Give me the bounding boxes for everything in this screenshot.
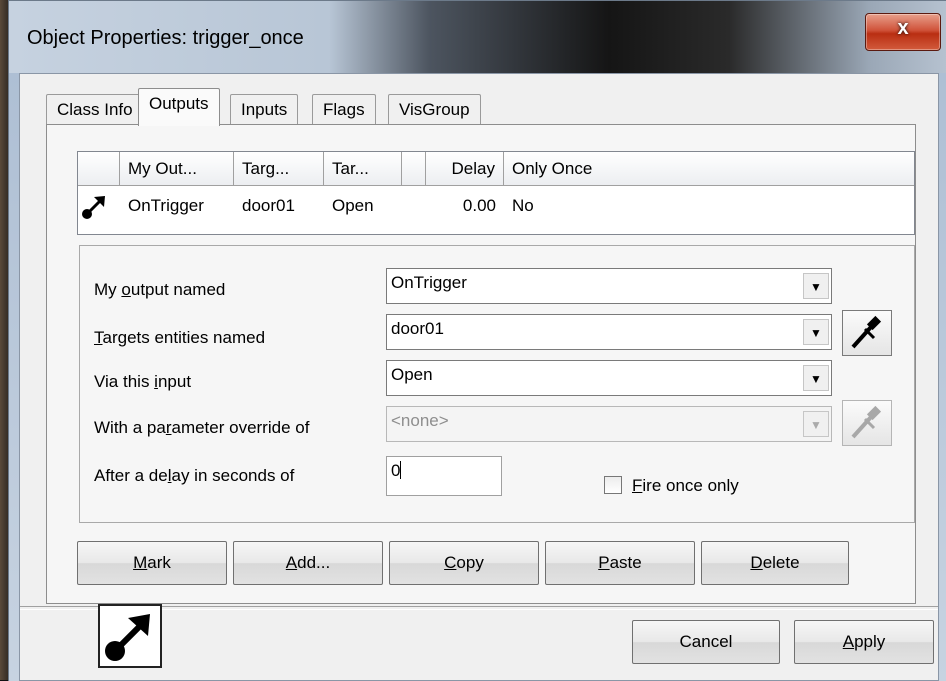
- cell-my-output: OnTrigger: [128, 196, 204, 215]
- targets-combo[interactable]: door01 ▼: [386, 314, 832, 350]
- title-bar[interactable]: Object Properties: trigger_once x: [9, 1, 946, 73]
- delay-input[interactable]: 0: [386, 456, 502, 496]
- outputs-list-header: My Out... Targ... Tar... Delay Only Once: [78, 152, 914, 186]
- column-header-parameter[interactable]: [402, 152, 426, 186]
- tab-label: Outputs: [149, 94, 209, 113]
- tab-inputs[interactable]: Inputs: [230, 94, 299, 124]
- outputs-list[interactable]: My Out... Targ... Tar... Delay Only Once: [77, 151, 915, 235]
- paste-button[interactable]: Paste: [545, 541, 695, 585]
- my-output-label: My output named: [94, 280, 226, 299]
- tab-flags[interactable]: Flags: [312, 94, 376, 124]
- window-title: Object Properties: trigger_once: [27, 27, 304, 49]
- cell-target: door01: [242, 196, 295, 215]
- apply-button[interactable]: Apply: [794, 620, 934, 664]
- cancel-button[interactable]: Cancel: [632, 620, 780, 664]
- column-header-label: Tar...: [332, 159, 369, 178]
- mark-button[interactable]: Mark: [77, 541, 227, 585]
- cell-only-once: No: [512, 196, 534, 215]
- delete-button[interactable]: Delete: [701, 541, 849, 585]
- chevron-down-icon: ▼: [803, 411, 829, 437]
- eyedropper-icon: [851, 405, 882, 439]
- tab-outputs[interactable]: Outputs: [138, 88, 220, 126]
- column-header-target-input[interactable]: Tar...: [324, 152, 402, 186]
- chevron-down-icon[interactable]: ▼: [803, 319, 829, 345]
- add-button[interactable]: Add...: [233, 541, 383, 585]
- fire-once-label[interactable]: Fire once only: [632, 476, 739, 496]
- object-properties-dialog: Object Properties: trigger_once x Class …: [8, 0, 946, 681]
- column-header-icon[interactable]: [78, 152, 120, 186]
- outputs-tab-panel: My Out... Targ... Tar... Delay Only Once: [46, 124, 916, 604]
- parameter-label: With a parameter override of: [94, 418, 310, 437]
- column-header-only-once[interactable]: Only Once: [504, 152, 914, 186]
- column-header-my-output[interactable]: My Out...: [120, 152, 234, 186]
- via-input-value: Open: [391, 365, 433, 384]
- column-header-label: Targ...: [242, 159, 290, 178]
- column-header-label: Delay: [451, 159, 495, 178]
- targets-label: Targets entities named: [94, 328, 266, 347]
- tab-visgroup[interactable]: VisGroup: [388, 94, 481, 124]
- cell-target-input: Open: [332, 196, 374, 215]
- delay-label: After a delay in seconds of: [94, 466, 295, 485]
- fire-once-checkbox[interactable]: [604, 476, 622, 494]
- copy-button[interactable]: Copy: [389, 541, 539, 585]
- table-row[interactable]: OnTrigger door01 Open 0.00 No: [78, 186, 914, 226]
- targets-value: door01: [391, 319, 444, 338]
- delay-input-value: 0: [391, 461, 401, 480]
- connection-editor-group: My output named OnTrigger ▼ Targets enti…: [79, 245, 915, 523]
- eyedropper-icon: [851, 315, 882, 349]
- tab-class-info[interactable]: Class Info: [46, 94, 144, 124]
- dialog-client-area: Class Info Outputs Inputs Flags VisGroup…: [19, 73, 939, 681]
- output-arrow-icon: [78, 186, 124, 226]
- close-button[interactable]: x: [865, 13, 941, 51]
- my-output-combo[interactable]: OnTrigger ▼: [386, 268, 832, 304]
- parameter-value: <none>: [391, 411, 449, 430]
- tab-label: Flags: [323, 100, 365, 119]
- text-caret: [400, 461, 402, 479]
- close-icon: x: [897, 17, 909, 39]
- pick-entity-button[interactable]: [842, 310, 892, 356]
- tab-label: VisGroup: [399, 100, 470, 119]
- tab-label: Class Info: [57, 100, 133, 119]
- column-header-target[interactable]: Targ...: [234, 152, 324, 186]
- output-arrow-icon: [98, 604, 162, 668]
- pick-parameter-button: [842, 400, 892, 446]
- via-input-combo[interactable]: Open ▼: [386, 360, 832, 396]
- tab-label: Inputs: [241, 100, 288, 119]
- via-input-label: Via this input: [94, 372, 192, 391]
- column-header-label: My Out...: [128, 159, 197, 178]
- my-output-value: OnTrigger: [391, 273, 467, 292]
- parameter-combo: <none> ▼: [386, 406, 832, 442]
- chevron-down-icon[interactable]: ▼: [803, 365, 829, 391]
- chevron-down-icon[interactable]: ▼: [803, 273, 829, 299]
- cell-delay: 0.00: [462, 196, 496, 215]
- column-header-delay[interactable]: Delay: [426, 152, 504, 186]
- column-header-label: Only Once: [512, 159, 593, 178]
